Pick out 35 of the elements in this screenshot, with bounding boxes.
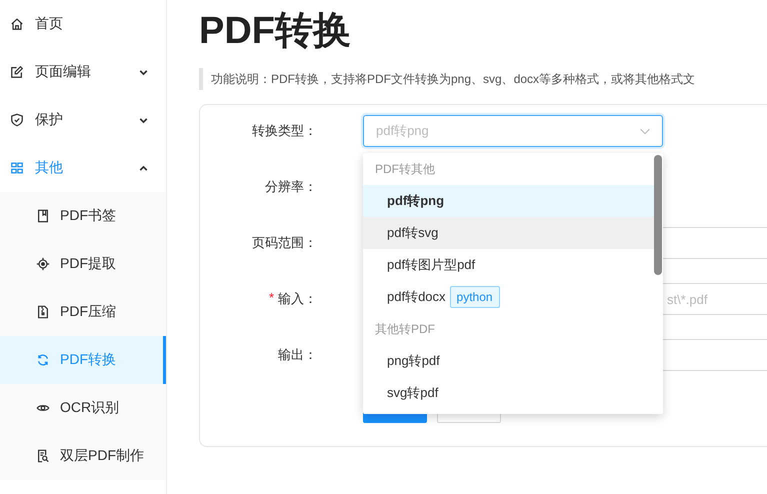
submenu-item[interactable]: PDF压缩 xyxy=(0,288,166,336)
field-label: 页码范围： xyxy=(252,234,317,252)
field-label: 转换类型： xyxy=(252,122,317,140)
submenu-item[interactable]: 双层PDF制作 xyxy=(0,432,166,480)
refresh-icon xyxy=(36,353,50,367)
sidebar-item[interactable]: 页面编辑 xyxy=(0,48,166,96)
submenu-item[interactable]: PDF提取 xyxy=(0,240,166,288)
page-title: PDF转换 xyxy=(199,9,351,54)
target-icon xyxy=(36,257,50,271)
group-heading: PDF转其他 xyxy=(374,161,436,178)
field-label: 分辨率： xyxy=(265,178,317,196)
edit-icon xyxy=(10,65,24,79)
dropdown-option[interactable]: pdf转svg xyxy=(363,217,654,249)
dropdown-option[interactable]: pdf转图片型pdf xyxy=(363,249,654,281)
document-search-icon xyxy=(36,449,50,463)
field-label: 输出： xyxy=(278,346,317,364)
shield-icon xyxy=(10,113,24,127)
tag: python xyxy=(450,286,500,308)
zip-file-icon xyxy=(36,305,50,319)
field-label: 输入： xyxy=(278,290,317,308)
dropdown-option[interactable]: svg转pdf xyxy=(363,377,654,409)
submenu-item[interactable]: OCR识别 xyxy=(0,384,166,432)
dropdown-option[interactable]: png转pdf xyxy=(363,345,654,377)
dropdown-option[interactable]: pdf转png xyxy=(363,185,654,217)
sidebar-item[interactable]: 首页 xyxy=(0,0,166,48)
group-heading: 其他转PDF xyxy=(374,321,436,338)
dropdown-option[interactable]: pdf转docx python xyxy=(363,281,654,313)
sidebar-item[interactable]: 保护 xyxy=(0,96,166,144)
home-icon xyxy=(10,17,24,31)
required-mark: * xyxy=(268,290,274,307)
grid-icon xyxy=(10,161,24,175)
submenu-item[interactable]: PDF书签 xyxy=(0,192,166,240)
scrollbar-thumb[interactable] xyxy=(654,155,662,275)
bookmark-icon xyxy=(36,209,50,223)
description-text: 功能说明：PDF转换，支持将PDF文件转换为png、svg、docx等多种格式，或将其他格式文 xyxy=(199,68,696,90)
